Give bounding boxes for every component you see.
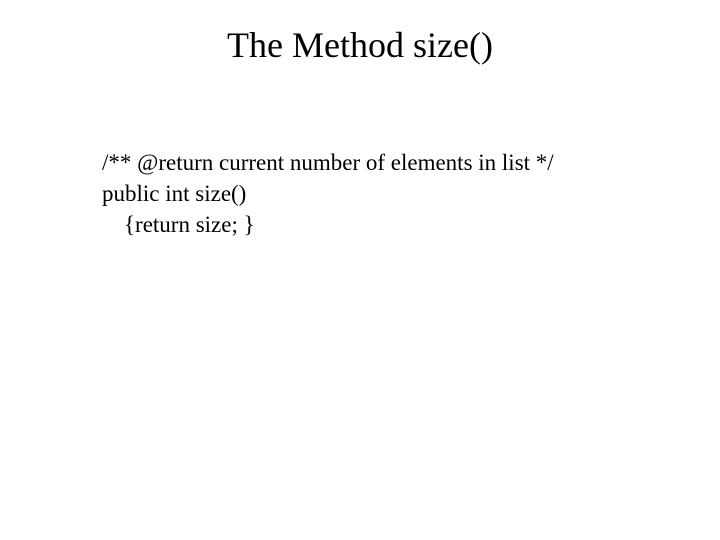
code-block: /** @return current number of elements i… xyxy=(102,147,554,240)
slide-title: The Method size() xyxy=(0,0,720,66)
slide: The Method size() /** @return current nu… xyxy=(0,0,720,540)
code-line-1: /** @return current number of elements i… xyxy=(102,147,554,178)
code-line-3: {return size; } xyxy=(102,209,554,240)
code-line-2: public int size() xyxy=(102,178,554,209)
